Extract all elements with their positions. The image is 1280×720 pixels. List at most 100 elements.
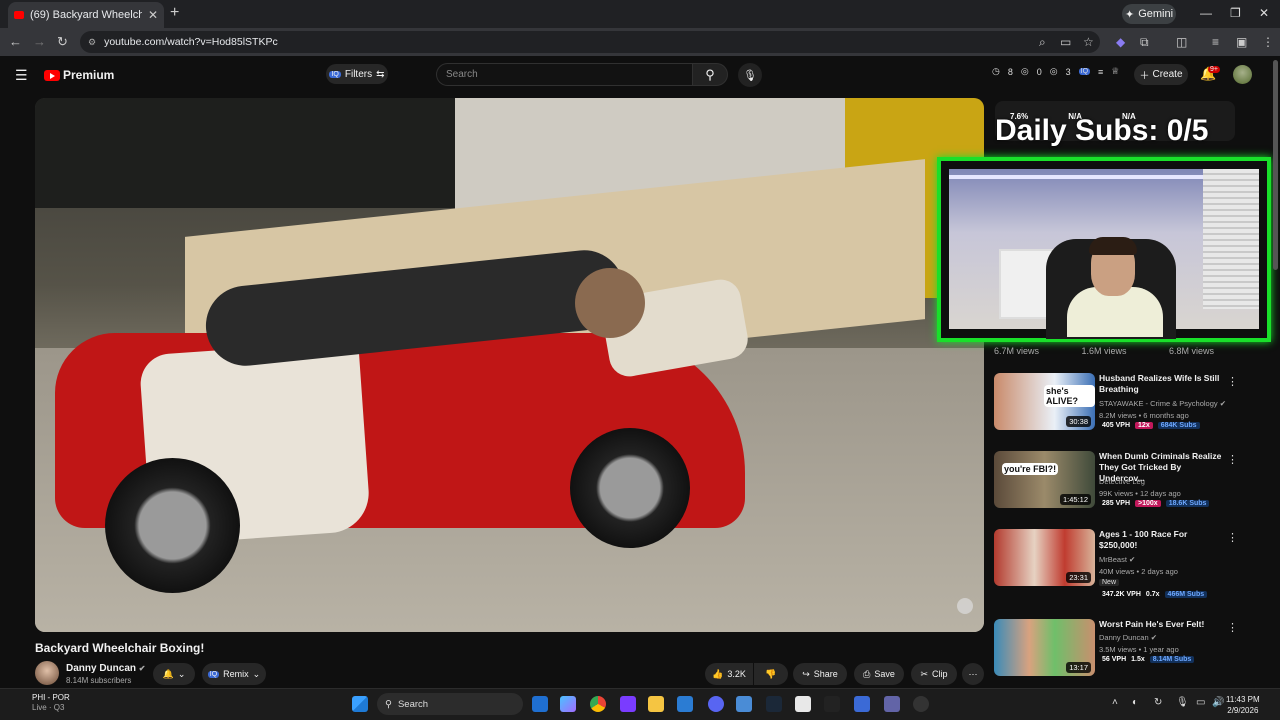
- profile-icon[interactable]: ▣: [1236, 35, 1247, 49]
- video-thumbnail[interactable]: 13:17: [994, 619, 1095, 676]
- zoom-icon[interactable]: ⌕: [1039, 35, 1046, 50]
- volume-icon[interactable]: 🔊: [1212, 697, 1224, 708]
- video-thumbnail[interactable]: she's ALIVE? 30:38: [994, 373, 1095, 430]
- site-info-icon[interactable]: ⚙: [88, 37, 96, 48]
- tray-sync-icon[interactable]: ↻: [1154, 697, 1162, 708]
- taskbar-app-icon[interactable]: [677, 696, 693, 712]
- like-button[interactable]: 👍 3.2K: [705, 663, 753, 685]
- more-options-icon[interactable]: ⋮: [1227, 375, 1238, 388]
- file-explorer-icon[interactable]: [648, 696, 664, 712]
- taskbar-clock[interactable]: 11:43 PM 2/9/2026: [1226, 694, 1260, 716]
- hamburger-menu-icon[interactable]: ☰: [15, 67, 28, 84]
- steam-icon[interactable]: [766, 696, 782, 712]
- new-tab-icon[interactable]: +: [170, 4, 179, 22]
- video-thumbnail[interactable]: you're FBI?! 1:45:12: [994, 451, 1095, 508]
- browser-menu-icon[interactable]: ⋮: [1262, 35, 1274, 49]
- recommendation-item[interactable]: you're FBI?! 1:45:12 When Dumb Criminals…: [994, 451, 1272, 515]
- recommendation-item[interactable]: 23:31 Ages 1 - 100 Race For $250,000! Mr…: [994, 529, 1272, 598]
- account-avatar[interactable]: [1233, 65, 1252, 84]
- taskbar-app-icon[interactable]: [824, 696, 840, 712]
- taskbar-app-icon[interactable]: [620, 696, 636, 712]
- extension-stats[interactable]: ◷ 8 ◎ 0 ◎ 3 IQ ≡ ♕: [992, 66, 1119, 77]
- subscription-bell-button[interactable]: 🔔 ⌄: [153, 663, 195, 685]
- channel-watermark-icon[interactable]: [957, 598, 973, 614]
- search-button[interactable]: ⚲: [692, 63, 728, 86]
- video-player[interactable]: [35, 98, 984, 632]
- webcam-streamer-hair: [1089, 237, 1137, 255]
- trophy-icon[interactable]: ♕: [1111, 66, 1119, 77]
- share-button[interactable]: ↪ Share: [793, 663, 847, 685]
- scrollbar[interactable]: [1273, 60, 1278, 270]
- video-thumbnail[interactable]: 23:31: [994, 529, 1095, 586]
- extension-icon[interactable]: ◆: [1116, 35, 1125, 49]
- voice-search-button[interactable]: 🎙: [738, 63, 762, 87]
- share-label: Share: [813, 669, 838, 679]
- search-input[interactable]: Search: [436, 63, 692, 86]
- create-button[interactable]: ＋ Create: [1134, 64, 1188, 85]
- sidepanel-icon[interactable]: ◫: [1176, 35, 1187, 49]
- start-icon[interactable]: [352, 696, 368, 712]
- discord-icon[interactable]: [708, 696, 724, 712]
- channel-avatar[interactable]: [35, 661, 59, 685]
- teams-icon[interactable]: [884, 696, 900, 712]
- iq-icon[interactable]: IQ: [1078, 68, 1091, 75]
- more-options-icon[interactable]: ⋮: [1227, 531, 1238, 544]
- clip-button[interactable]: ✂ Clip: [911, 663, 957, 685]
- views-3: 6.8M views: [1168, 346, 1214, 356]
- chevron-up-icon[interactable]: ˄: [1112, 697, 1118, 708]
- address-bar[interactable]: ⚙ youtube.com/watch?v=Hod85lSTKPc: [80, 31, 1100, 53]
- back-icon[interactable]: ←: [9, 34, 22, 49]
- remix-button[interactable]: IQ Remix ⌄: [202, 663, 266, 685]
- rec-title[interactable]: Husband Realizes Wife Is Still Breathing: [1099, 373, 1224, 395]
- close-window-icon[interactable]: ✕: [1259, 6, 1269, 20]
- stat-a: 8: [1007, 66, 1013, 77]
- windows-taskbar: [0, 688, 1280, 720]
- taskbar-app-icon[interactable]: [532, 696, 548, 712]
- rec-channel[interactable]: STAYAWAKE - Crime & Psychology ✔: [1099, 399, 1226, 408]
- more-actions-button[interactable]: ⋯: [962, 663, 984, 685]
- filters-label: Filters: [344, 68, 373, 80]
- more-horizontal-icon: ⋯: [968, 668, 978, 679]
- dislike-button[interactable]: 👎: [754, 663, 788, 685]
- minimize-icon[interactable]: —: [1200, 6, 1212, 20]
- rec-channel[interactable]: MrBeast ✔: [1099, 555, 1135, 564]
- photos-icon[interactable]: [736, 696, 752, 712]
- bookmark-star-icon[interactable]: ☆: [1083, 35, 1094, 49]
- reload-icon[interactable]: ↻: [57, 34, 68, 50]
- copilot-icon[interactable]: [560, 696, 576, 712]
- rec-title[interactable]: Ages 1 - 100 Race For $250,000!: [1099, 529, 1224, 551]
- clock-date: 2/9/2026: [1227, 706, 1259, 715]
- taskbar-app-icon[interactable]: [854, 696, 870, 712]
- vph-badge: 347.2K VPH: [1102, 591, 1141, 598]
- widgets-button[interactable]: PHI - POR Live · Q3: [14, 693, 70, 713]
- filters-button[interactable]: IQ Filters ⇆: [326, 64, 388, 84]
- store-icon[interactable]: [795, 696, 811, 712]
- extensions-puzzle-icon[interactable]: ⧉: [1140, 35, 1149, 50]
- media-icon[interactable]: ≡: [1212, 35, 1219, 49]
- rec-title[interactable]: Worst Pain He's Ever Felt!: [1099, 619, 1224, 630]
- more-options-icon[interactable]: ⋮: [1227, 621, 1238, 634]
- mic-icon[interactable]: 🎙: [1176, 697, 1189, 708]
- url-text: youtube.com/watch?v=Hod85lSTKPc: [104, 36, 278, 48]
- recommendation-item[interactable]: she's ALIVE? 30:38 Husband Realizes Wife…: [994, 373, 1272, 437]
- recommendation-item[interactable]: 13:17 Worst Pain He's Ever Felt! Danny D…: [994, 619, 1272, 683]
- channel-name[interactable]: Danny Duncan ✔: [66, 663, 146, 674]
- taskbar-search[interactable]: ⚲ Search: [377, 693, 523, 715]
- verified-icon: ✔: [138, 664, 146, 673]
- maximize-icon[interactable]: ❐: [1230, 6, 1241, 20]
- obs-icon[interactable]: [913, 696, 929, 712]
- rec-channel[interactable]: Detective Leg: [1099, 477, 1145, 486]
- chrome-icon[interactable]: [590, 696, 606, 712]
- youtube-logo[interactable]: Premium: [44, 68, 114, 82]
- forward-icon[interactable]: →: [33, 34, 46, 49]
- list-icon[interactable]: ≡: [1098, 67, 1103, 77]
- browser-tab[interactable]: (69) Backyard Wheelchair B ✕: [8, 2, 164, 28]
- close-tab-icon[interactable]: ✕: [148, 8, 158, 22]
- cast-icon[interactable]: ▭: [1060, 35, 1071, 49]
- gemini-button[interactable]: ✦ Gemini: [1122, 4, 1176, 24]
- network-icon[interactable]: ▭: [1196, 697, 1205, 708]
- rec-channel[interactable]: Danny Duncan ✔: [1099, 633, 1157, 642]
- more-options-icon[interactable]: ⋮: [1227, 453, 1238, 466]
- tray-app-icon[interactable]: ◐: [1132, 697, 1138, 708]
- save-button[interactable]: ⎙ Save: [854, 663, 904, 685]
